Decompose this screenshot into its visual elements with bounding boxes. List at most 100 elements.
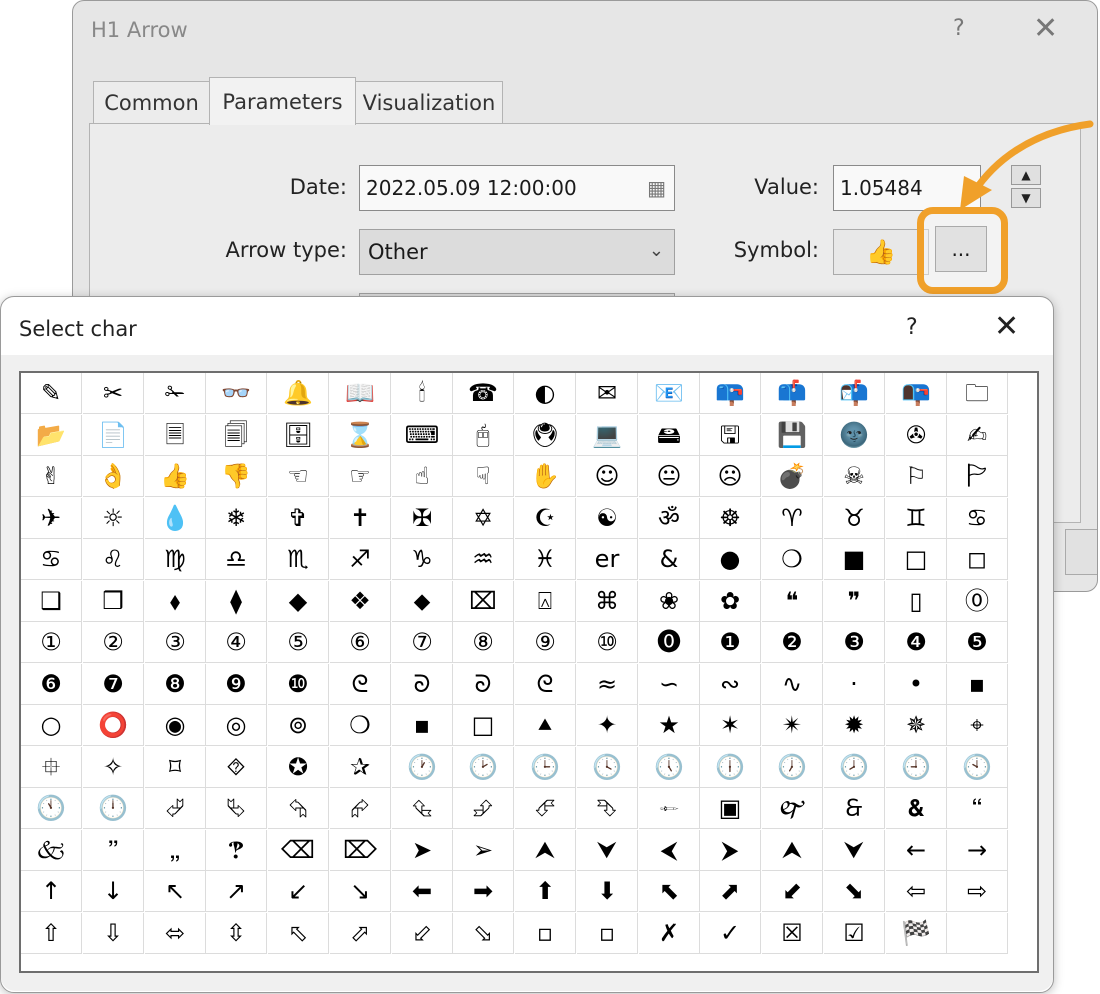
- char-cell[interactable]: 📭: [886, 373, 947, 414]
- char-cell[interactable]: 🕘: [886, 747, 947, 788]
- char-cell[interactable]: ⮟: [824, 830, 885, 871]
- char-cell[interactable]: 📖: [330, 373, 391, 414]
- char-cell[interactable]: ⭕: [83, 705, 144, 746]
- char-cell[interactable]: ᘐ: [392, 664, 453, 705]
- char-cell[interactable]: ⍓: [515, 581, 576, 622]
- char-cell[interactable]: ❖: [330, 581, 391, 622]
- char-cell[interactable]: ⬀: [330, 913, 391, 954]
- char-cell[interactable]: ⑧: [453, 622, 514, 663]
- char-cell[interactable]: ♐: [330, 539, 391, 580]
- char-cell[interactable]: ✌: [21, 456, 82, 497]
- char-cell[interactable]: 💧: [145, 498, 206, 539]
- char-cell[interactable]: ❸: [824, 622, 885, 663]
- char-cell[interactable]: ♒: [453, 539, 514, 580]
- char-cell[interactable]: ◎: [206, 705, 267, 746]
- char-cell[interactable]: 🙸: [145, 830, 206, 871]
- char-cell[interactable]: ○: [21, 705, 82, 746]
- char-cell[interactable]: 📧: [639, 373, 700, 414]
- char-cell[interactable]: ✡: [453, 498, 514, 539]
- char-cell[interactable]: ⮳: [330, 788, 391, 829]
- char-cell[interactable]: ✶: [700, 705, 761, 746]
- char-cell[interactable]: ✪: [268, 747, 329, 788]
- char-cell[interactable]: ❽: [145, 664, 206, 705]
- char-cell[interactable]: ⌨: [392, 415, 453, 456]
- char-cell[interactable]: ≈: [577, 664, 638, 705]
- char-cell[interactable]: ✞: [268, 498, 329, 539]
- char-cell[interactable]: ✧: [83, 747, 144, 788]
- char-cell[interactable]: ⇨: [947, 871, 1008, 912]
- tab-visualization[interactable]: Visualization: [355, 81, 503, 123]
- char-cell[interactable]: ⓿: [639, 622, 700, 663]
- char-cell[interactable]: ①: [21, 622, 82, 663]
- char-cell[interactable]: &: [639, 539, 700, 580]
- char-cell[interactable]: ✉: [577, 373, 638, 414]
- char-cell[interactable]: 👎: [206, 456, 267, 497]
- char-cell[interactable]: 🕚: [21, 788, 82, 829]
- char-cell[interactable]: ↓: [83, 871, 144, 912]
- char-cell[interactable]: 🙶: [947, 788, 1008, 829]
- browse-symbol-button[interactable]: ...: [935, 226, 987, 272]
- char-cell[interactable]: 🔔: [268, 373, 329, 414]
- char-cell[interactable]: 🙮: [639, 788, 700, 829]
- char-cell[interactable]: 🙷: [83, 830, 144, 871]
- char-cell[interactable]: 📪: [700, 373, 761, 414]
- char-cell[interactable]: □: [886, 539, 947, 580]
- char-cell[interactable]: ⬂: [453, 913, 514, 954]
- char-cell[interactable]: ✵: [886, 705, 947, 746]
- char-cell[interactable]: 🏁: [886, 913, 947, 954]
- char-cell[interactable]: 👍: [145, 456, 206, 497]
- char-cell[interactable]: ❝: [762, 581, 823, 622]
- char-cell[interactable]: ⮱: [206, 788, 267, 829]
- char-cell[interactable]: •: [886, 664, 947, 705]
- char-cell[interactable]: ☼: [83, 498, 144, 539]
- char-cell[interactable]: 🕛: [83, 788, 144, 829]
- char-cell[interactable]: ↖: [145, 871, 206, 912]
- char-cell[interactable]: 🙹: [206, 830, 267, 871]
- char-cell[interactable]: 🙵: [21, 830, 82, 871]
- date-field[interactable]: 2022.05.09 12:00:00 ▦: [359, 165, 675, 211]
- char-cell[interactable]: ⌧: [453, 581, 514, 622]
- char-cell[interactable]: ❄: [206, 498, 267, 539]
- char-cell[interactable]: 🕗: [824, 747, 885, 788]
- char-cell[interactable]: ☝: [392, 456, 453, 497]
- char-cell[interactable]: ⬧: [145, 581, 206, 622]
- char-cell[interactable]: 🕙: [947, 747, 1008, 788]
- char-cell[interactable]: ♋: [947, 498, 1008, 539]
- char-cell[interactable]: ⬈: [700, 871, 761, 912]
- close-icon[interactable]: ✕: [1033, 11, 1058, 46]
- char-cell[interactable]: →: [947, 830, 1008, 871]
- char-cell[interactable]: ⮜: [639, 830, 700, 871]
- char-cell[interactable]: ❹: [886, 622, 947, 663]
- char-cell[interactable]: ᘐ: [453, 664, 514, 705]
- char-cell[interactable]: ➤: [392, 830, 453, 871]
- char-cell[interactable]: ◻: [947, 539, 1008, 580]
- char-cell[interactable]: 🙰: [762, 788, 823, 829]
- char-cell[interactable]: er: [577, 539, 638, 580]
- char-cell[interactable]: 🕓: [577, 747, 638, 788]
- char-cell[interactable]: 🕐: [392, 747, 453, 788]
- char-cell[interactable]: ❍: [330, 705, 391, 746]
- char-cell[interactable]: ☹: [700, 456, 761, 497]
- char-cell[interactable]: [947, 913, 1008, 954]
- char-cell[interactable]: ⑥: [330, 622, 391, 663]
- char-cell[interactable]: ♍: [145, 539, 206, 580]
- char-cell[interactable]: ⮷: [577, 788, 638, 829]
- char-cell[interactable]: 🌚: [824, 415, 885, 456]
- char-cell[interactable]: ❞: [824, 581, 885, 622]
- char-cell[interactable]: ★: [639, 705, 700, 746]
- arrow-type-select[interactable]: Other ⌄: [359, 229, 675, 275]
- char-cell[interactable]: ⮴: [392, 788, 453, 829]
- char-cell[interactable]: ➡: [453, 871, 514, 912]
- char-cell[interactable]: ♈: [762, 498, 823, 539]
- char-cell[interactable]: ④: [206, 622, 267, 663]
- char-cell[interactable]: 🕯: [392, 373, 453, 414]
- char-cell[interactable]: ⑨: [515, 622, 576, 663]
- tab-common[interactable]: Common: [93, 81, 210, 123]
- char-cell[interactable]: ◐: [515, 373, 576, 414]
- char-cell[interactable]: ▯: [886, 581, 947, 622]
- char-cell[interactable]: 🕒: [515, 747, 576, 788]
- char-cell[interactable]: ☸: [700, 498, 761, 539]
- char-cell[interactable]: ⯅: [515, 705, 576, 746]
- char-cell[interactable]: ⬊: [824, 871, 885, 912]
- char-cell[interactable]: ⬆: [515, 871, 576, 912]
